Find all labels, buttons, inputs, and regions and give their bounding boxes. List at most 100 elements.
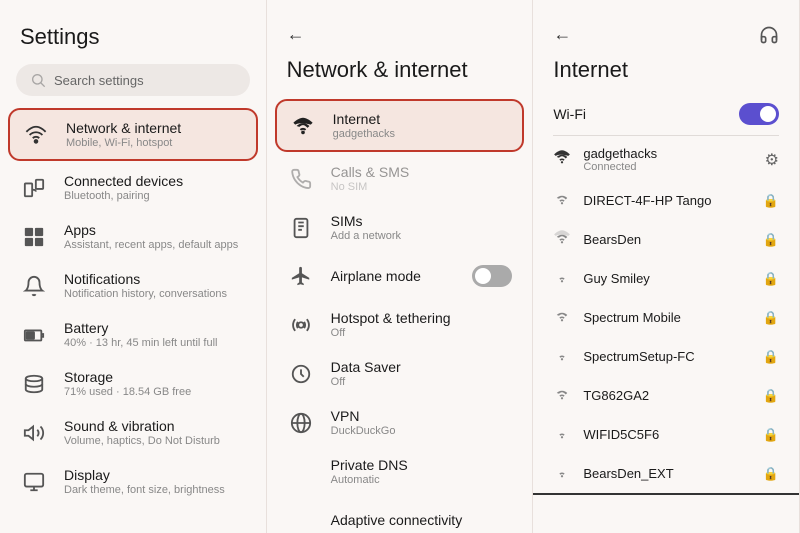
hotspot-icon — [287, 311, 315, 339]
settings-item-storage[interactable]: Storage 71% used · 18.54 GB free — [0, 359, 266, 408]
settings-gear-icon[interactable]: ⚙ — [765, 150, 779, 170]
internet-sublabel: gadgethacks — [333, 128, 395, 140]
settings-item-apps[interactable]: Apps Assistant, recent apps, default app… — [0, 212, 266, 261]
sims-text: SIMs Add a network — [331, 213, 401, 242]
network-bearsden-ext[interactable]: BearsDen_EXT 🔒 — [533, 454, 799, 495]
sound-text: Sound & vibration Volume, haptics, Do No… — [64, 418, 220, 447]
airplane-text: Airplane mode — [331, 268, 421, 284]
network-item-sims[interactable]: SIMs Add a network — [267, 203, 533, 252]
search-icon — [30, 72, 46, 88]
hotspot-text: Hotspot & tethering Off — [331, 310, 451, 339]
display-label: Display — [64, 467, 225, 483]
back-button-panel2[interactable]: ← — [267, 16, 533, 49]
privatedns-label: Private DNS — [331, 457, 408, 473]
back-button-panel3[interactable]: ← — [553, 24, 571, 45]
network-panel: ← Network & internet Internet gadgethack… — [267, 0, 534, 533]
network-wifid5[interactable]: WIFID5C5F6 🔒 — [533, 415, 799, 454]
network-item-vpn[interactable]: VPN DuckDuckGo — [267, 398, 533, 447]
gadgethacks-sub: Connected — [583, 161, 752, 173]
network-item-airplane[interactable]: Airplane mode — [267, 252, 533, 300]
settings-item-sound[interactable]: Sound & vibration Volume, haptics, Do No… — [0, 408, 266, 457]
network-item-datasaver[interactable]: Data Saver Off — [267, 349, 533, 398]
connected-label: Connected devices — [64, 173, 183, 189]
network-item-hotspot[interactable]: Hotspot & tethering Off — [267, 300, 533, 349]
settings-item-connected[interactable]: Connected devices Bluetooth, pairing — [0, 163, 266, 212]
lock-icon: 🔒 — [763, 427, 779, 443]
settings-item-battery[interactable]: Battery 40% · 13 hr, 45 min left until f… — [0, 310, 266, 359]
battery-icon — [20, 321, 48, 349]
apps-icon — [20, 223, 48, 251]
display-icon — [20, 468, 48, 496]
sound-label: Sound & vibration — [64, 418, 220, 434]
headphones-icon — [759, 25, 779, 45]
storage-icon — [20, 370, 48, 398]
connected-sublabel: Bluetooth, pairing — [64, 190, 183, 202]
network-item-adaptive[interactable]: Adaptive connectivity — [267, 496, 533, 533]
sound-icon — [20, 419, 48, 447]
lock-icon: 🔒 — [763, 271, 779, 287]
wifi-row[interactable]: Wi-Fi — [533, 97, 799, 131]
lock-icon: 🔒 — [763, 349, 779, 365]
network-guysmiley[interactable]: Guy Smiley 🔒 — [533, 259, 799, 298]
internet-panel-title: Internet — [533, 49, 799, 97]
vpn-text: VPN DuckDuckGo — [331, 408, 396, 437]
internet-label: Internet — [333, 111, 395, 127]
search-bar[interactable]: Search settings — [16, 64, 250, 96]
network-spectrumsetup[interactable]: SpectrumSetup-FC 🔒 — [533, 337, 799, 376]
calls-text: Calls & SMS No SIM — [331, 164, 410, 193]
battery-text: Battery 40% · 13 hr, 45 min left until f… — [64, 320, 217, 349]
storage-text: Storage 71% used · 18.54 GB free — [64, 369, 191, 398]
datasaver-sublabel: Off — [331, 376, 401, 388]
wifi-signal-icon — [553, 462, 571, 485]
calls-icon — [287, 165, 315, 193]
tg862-name: TG862GA2 — [583, 388, 750, 403]
vpn-sublabel: DuckDuckGo — [331, 425, 396, 437]
lock-icon: 🔒 — [763, 466, 779, 482]
internet-icon — [289, 112, 317, 140]
network-item-internet[interactable]: Internet gadgethacks — [275, 99, 525, 152]
adaptive-label: Adaptive connectivity — [331, 512, 463, 528]
sound-sublabel: Volume, haptics, Do Not Disturb — [64, 435, 220, 447]
guysmiley-name: Guy Smiley — [583, 271, 750, 286]
airplane-toggle[interactable] — [472, 265, 512, 287]
datasaver-icon — [287, 360, 315, 388]
network-direct4f[interactable]: DIRECT-4F-HP Tango 🔒 — [533, 181, 799, 220]
hotspot-sublabel: Off — [331, 327, 451, 339]
notifications-icon — [20, 272, 48, 300]
wifi-signal-icon — [553, 384, 571, 407]
airplane-icon — [287, 262, 315, 290]
bearsden-ext-name: BearsDen_EXT — [583, 466, 750, 481]
settings-title: Settings — [0, 16, 266, 64]
settings-item-display[interactable]: Display Dark theme, font size, brightnes… — [0, 457, 266, 506]
internet-panel: ← Internet Wi-Fi gadgethacks Connected ⚙ — [533, 0, 800, 533]
privatedns-text: Private DNS Automatic — [331, 457, 408, 486]
sims-icon — [287, 214, 315, 242]
display-text: Display Dark theme, font size, brightnes… — [64, 467, 225, 496]
storage-label: Storage — [64, 369, 191, 385]
wifi-signal-icon — [553, 345, 571, 368]
search-placeholder: Search settings — [54, 73, 144, 88]
lock-icon: 🔒 — [763, 388, 779, 404]
datasaver-text: Data Saver Off — [331, 359, 401, 388]
network-item-calls[interactable]: Calls & SMS No SIM — [267, 154, 533, 203]
wifi-signal-icon — [553, 228, 571, 251]
connected-text: Connected devices Bluetooth, pairing — [64, 173, 183, 202]
adaptive-icon — [287, 506, 315, 533]
spectrumsetup-name: SpectrumSetup-FC — [583, 349, 750, 364]
network-spectrummobile[interactable]: Spectrum Mobile 🔒 — [533, 298, 799, 337]
vpn-label: VPN — [331, 408, 396, 424]
network-tg862[interactable]: TG862GA2 🔒 — [533, 376, 799, 415]
wifi-signal-icon — [553, 148, 571, 171]
network-gadgethacks[interactable]: gadgethacks Connected ⚙ — [533, 138, 799, 181]
wifi-toggle[interactable] — [739, 103, 779, 125]
settings-item-notifications[interactable]: Notifications Notification history, conv… — [0, 261, 266, 310]
hotspot-label: Hotspot & tethering — [331, 310, 451, 326]
internet-text: Internet gadgethacks — [333, 111, 395, 140]
settings-item-network[interactable]: Network & internet Mobile, Wi-Fi, hotspo… — [8, 108, 258, 161]
network-item-privatedns[interactable]: Private DNS Automatic — [267, 447, 533, 496]
datasaver-label: Data Saver — [331, 359, 401, 375]
spectrummobile-name: Spectrum Mobile — [583, 310, 750, 325]
calls-label: Calls & SMS — [331, 164, 410, 180]
network-title: Network & internet — [267, 49, 533, 97]
network-bearsden[interactable]: BearsDen 🔒 — [533, 220, 799, 259]
